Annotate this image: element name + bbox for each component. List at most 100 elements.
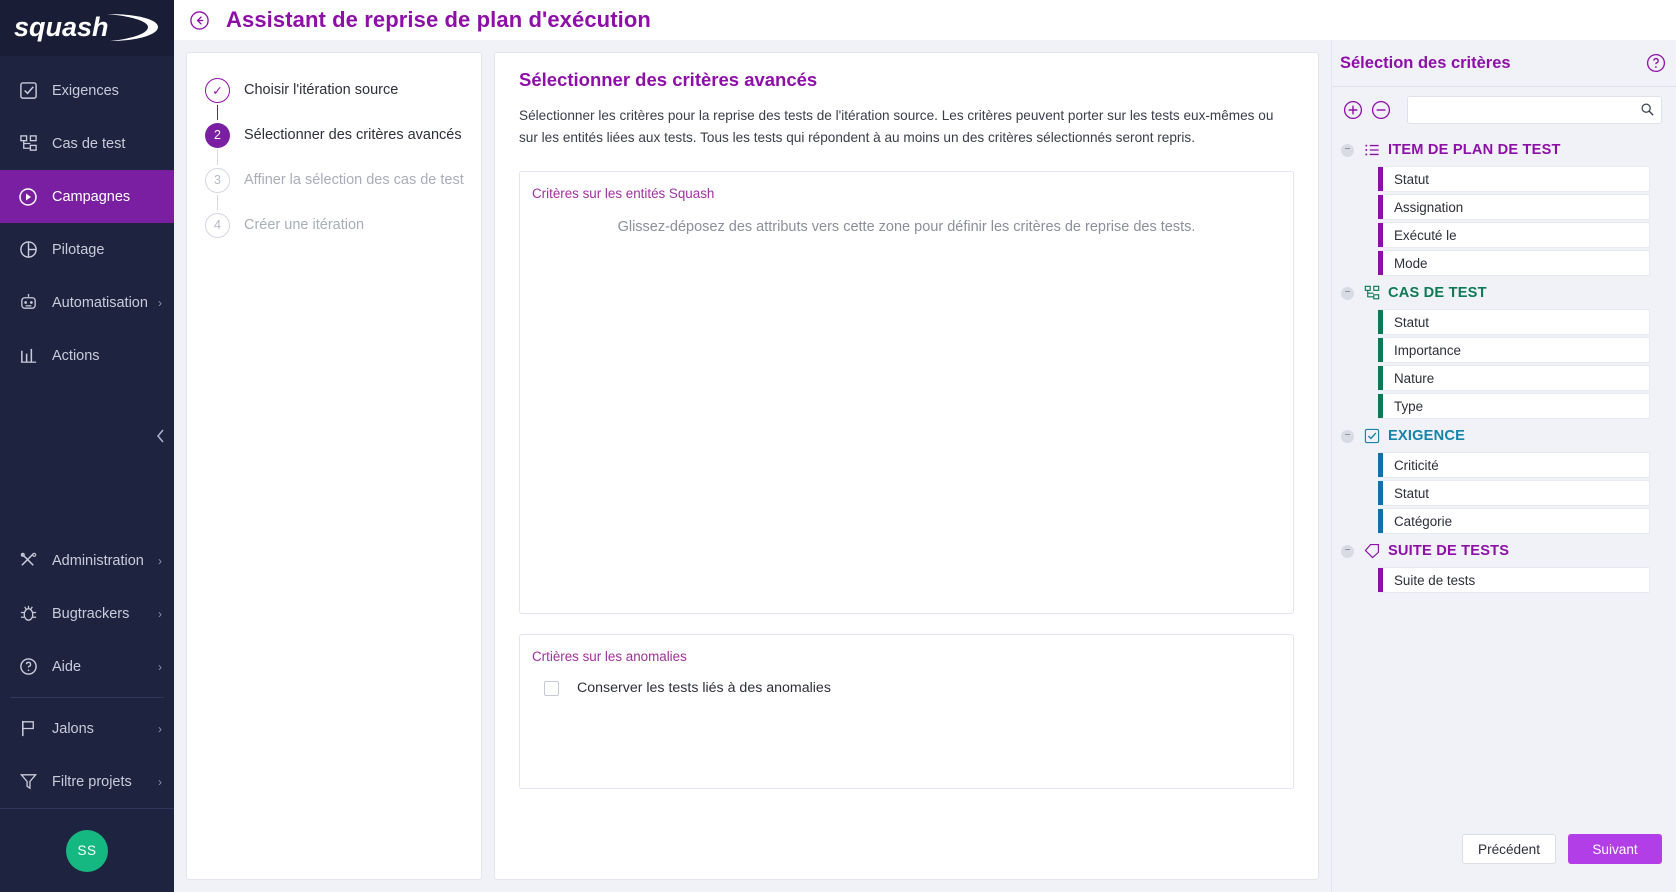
- criteria-item-label: Importance: [1383, 343, 1461, 358]
- squash-logo-icon: squash: [12, 8, 160, 48]
- criteria-item-label: Exécuté le: [1383, 228, 1457, 243]
- sidebar-item-exigences[interactable]: Exigences: [0, 64, 174, 117]
- criteria-group-label: CAS DE TEST: [1388, 285, 1487, 301]
- wizard-stepper-column: ✓ Choisir l'itération source 2 Sélection…: [174, 40, 494, 892]
- previous-button[interactable]: Précédent: [1462, 834, 1556, 864]
- sidebar-collapse-toggle[interactable]: [155, 428, 166, 447]
- collapse-group-icon[interactable]: −: [1341, 287, 1354, 300]
- criteria-item-label: Statut: [1383, 486, 1429, 501]
- plus-circle-icon[interactable]: [1342, 99, 1364, 121]
- sidebar-item-label: Automatisation: [52, 295, 158, 311]
- sidebar-spacer: [0, 382, 174, 534]
- minus-circle-icon[interactable]: [1370, 99, 1392, 121]
- section-description: Sélectionner les critères pour la repris…: [519, 105, 1279, 149]
- main-content-column: Sélectionner des critères avancés Sélect…: [494, 40, 1331, 892]
- sidebar-item-label: Bugtrackers: [52, 606, 158, 622]
- criteria-item[interactable]: Exécuté le: [1378, 222, 1650, 248]
- bug-icon: [17, 603, 39, 625]
- criteria-group-label: ITEM DE PLAN DE TEST: [1388, 142, 1561, 158]
- criteria-item-label: Type: [1383, 399, 1423, 414]
- criteria-item-label: Statut: [1383, 172, 1429, 187]
- flag-icon: [17, 718, 39, 740]
- criteria-item[interactable]: Statut: [1378, 166, 1650, 192]
- criteria-item[interactable]: Criticité: [1378, 452, 1650, 478]
- tools-icon: [17, 550, 39, 572]
- wizard-step-3[interactable]: 3 Affiner la sélection des cas de test: [187, 165, 481, 195]
- step-connector: [205, 195, 230, 210]
- checklist-icon: [1364, 428, 1380, 444]
- play-circle-icon: [17, 186, 39, 208]
- criteria-item[interactable]: Assignation: [1378, 194, 1650, 220]
- criteria-item[interactable]: Nature: [1378, 365, 1650, 391]
- wizard-navigation-buttons: Précédent Suivant: [1332, 820, 1676, 892]
- criteria-panel-header: Sélection des critères: [1332, 40, 1676, 87]
- sidebar-item-label: Administration: [52, 553, 158, 569]
- user-avatar-area: SS: [0, 808, 174, 892]
- criteria-item[interactable]: Suite de tests: [1378, 567, 1650, 593]
- criteria-item[interactable]: Type: [1378, 393, 1650, 419]
- criteria-item[interactable]: Statut: [1378, 480, 1650, 506]
- sidebar-item-administration[interactable]: Administration ›: [0, 534, 174, 587]
- sidebar-item-cas-de-test[interactable]: Cas de test: [0, 117, 174, 170]
- tag-icon: [1364, 543, 1380, 559]
- avatar[interactable]: SS: [66, 830, 108, 872]
- criteria-item[interactable]: Statut: [1378, 309, 1650, 335]
- squash-logo[interactable]: squash: [0, 0, 174, 56]
- criteria-group-suite-de-tests[interactable]: − SUITE DE TESTS: [1332, 537, 1676, 565]
- back-button[interactable]: [188, 9, 210, 31]
- sidebar-item-pilotage[interactable]: Pilotage: [0, 223, 174, 276]
- wizard-step-4[interactable]: 4 Créer une itération: [187, 210, 481, 240]
- svg-text:squash: squash: [14, 12, 109, 42]
- wizard-step-1[interactable]: ✓ Choisir l'itération source: [187, 75, 481, 105]
- dropzone-hint: Glissez-déposez des attributs vers cette…: [618, 219, 1196, 613]
- criteria-group-cas-de-test[interactable]: − CAS DE TEST: [1332, 279, 1676, 307]
- collapse-group-icon[interactable]: −: [1341, 144, 1354, 157]
- help-circle-icon[interactable]: [1646, 53, 1666, 73]
- sidebar-item-label: Filtre projets: [52, 774, 158, 790]
- sidebar-item-jalons[interactable]: Jalons ›: [0, 702, 174, 755]
- chevron-right-icon: ›: [158, 607, 162, 621]
- left-sidebar: squash Exigences Cas de test: [0, 0, 174, 892]
- sidebar-item-actions[interactable]: Actions: [0, 329, 174, 382]
- page-header: Assistant de reprise de plan d'exécution: [174, 0, 1676, 40]
- sidebar-primary-nav: Exigences Cas de test Campagnes: [0, 56, 174, 382]
- main-content-card: Sélectionner des critères avancés Sélect…: [494, 52, 1319, 880]
- search-input[interactable]: [1407, 96, 1662, 124]
- criteria-group-exigence[interactable]: − EXIGENCE: [1332, 422, 1676, 450]
- sidebar-item-campagnes[interactable]: Campagnes: [0, 170, 174, 223]
- criteria-dropzone[interactable]: Glissez-déposez des attributs vers cette…: [520, 201, 1293, 613]
- criteria-group-item-de-plan-de-test[interactable]: − ITEM DE PLAN DE TEST: [1332, 136, 1676, 164]
- test-case-tree-icon: [1364, 285, 1380, 301]
- wizard-step-2[interactable]: 2 Sélectionner des critères avancés: [187, 120, 481, 150]
- step-marker: ✓: [205, 78, 230, 103]
- sidebar-item-label: Exigences: [52, 83, 162, 99]
- chevron-right-icon: ›: [158, 554, 162, 568]
- checklist-icon: [17, 80, 39, 102]
- test-case-tree-icon: [17, 133, 39, 155]
- criteria-item[interactable]: Catégorie: [1378, 508, 1650, 534]
- sidebar-item-filtre-projets[interactable]: Filtre projets ›: [0, 755, 174, 808]
- criteria-tree: − ITEM DE PLAN DE TEST Statut Assignatio…: [1332, 133, 1676, 820]
- bar-chart-icon: [17, 345, 39, 367]
- sidebar-secondary-nav: Administration › Bugtrackers › Aide ›: [0, 534, 174, 808]
- chevron-left-icon: [155, 428, 166, 444]
- sidebar-item-label: Pilotage: [52, 242, 162, 258]
- panel-title: Critères sur les entités Squash: [520, 172, 1293, 201]
- sidebar-item-aide[interactable]: Aide ›: [0, 640, 174, 693]
- help-circle-icon: [17, 656, 39, 678]
- sidebar-divider: [10, 697, 164, 698]
- criteria-item[interactable]: Importance: [1378, 337, 1650, 363]
- page-title: Assistant de reprise de plan d'exécution: [226, 7, 651, 33]
- next-button[interactable]: Suivant: [1568, 834, 1662, 864]
- criteria-item[interactable]: Mode: [1378, 250, 1650, 276]
- criteria-item-label: Mode: [1383, 256, 1428, 271]
- criteria-panel-title: Sélection des critères: [1340, 54, 1511, 73]
- collapse-group-icon[interactable]: −: [1341, 430, 1354, 443]
- sidebar-item-automatisation[interactable]: Automatisation ›: [0, 276, 174, 329]
- pie-chart-icon: [17, 239, 39, 261]
- keep-anomaly-tests-label: Conserver les tests liés à des anomalies: [577, 680, 831, 696]
- step-label: Choisir l'itération source: [244, 82, 398, 98]
- keep-anomaly-tests-checkbox[interactable]: [544, 681, 559, 696]
- sidebar-item-bugtrackers[interactable]: Bugtrackers ›: [0, 587, 174, 640]
- collapse-group-icon[interactable]: −: [1341, 545, 1354, 558]
